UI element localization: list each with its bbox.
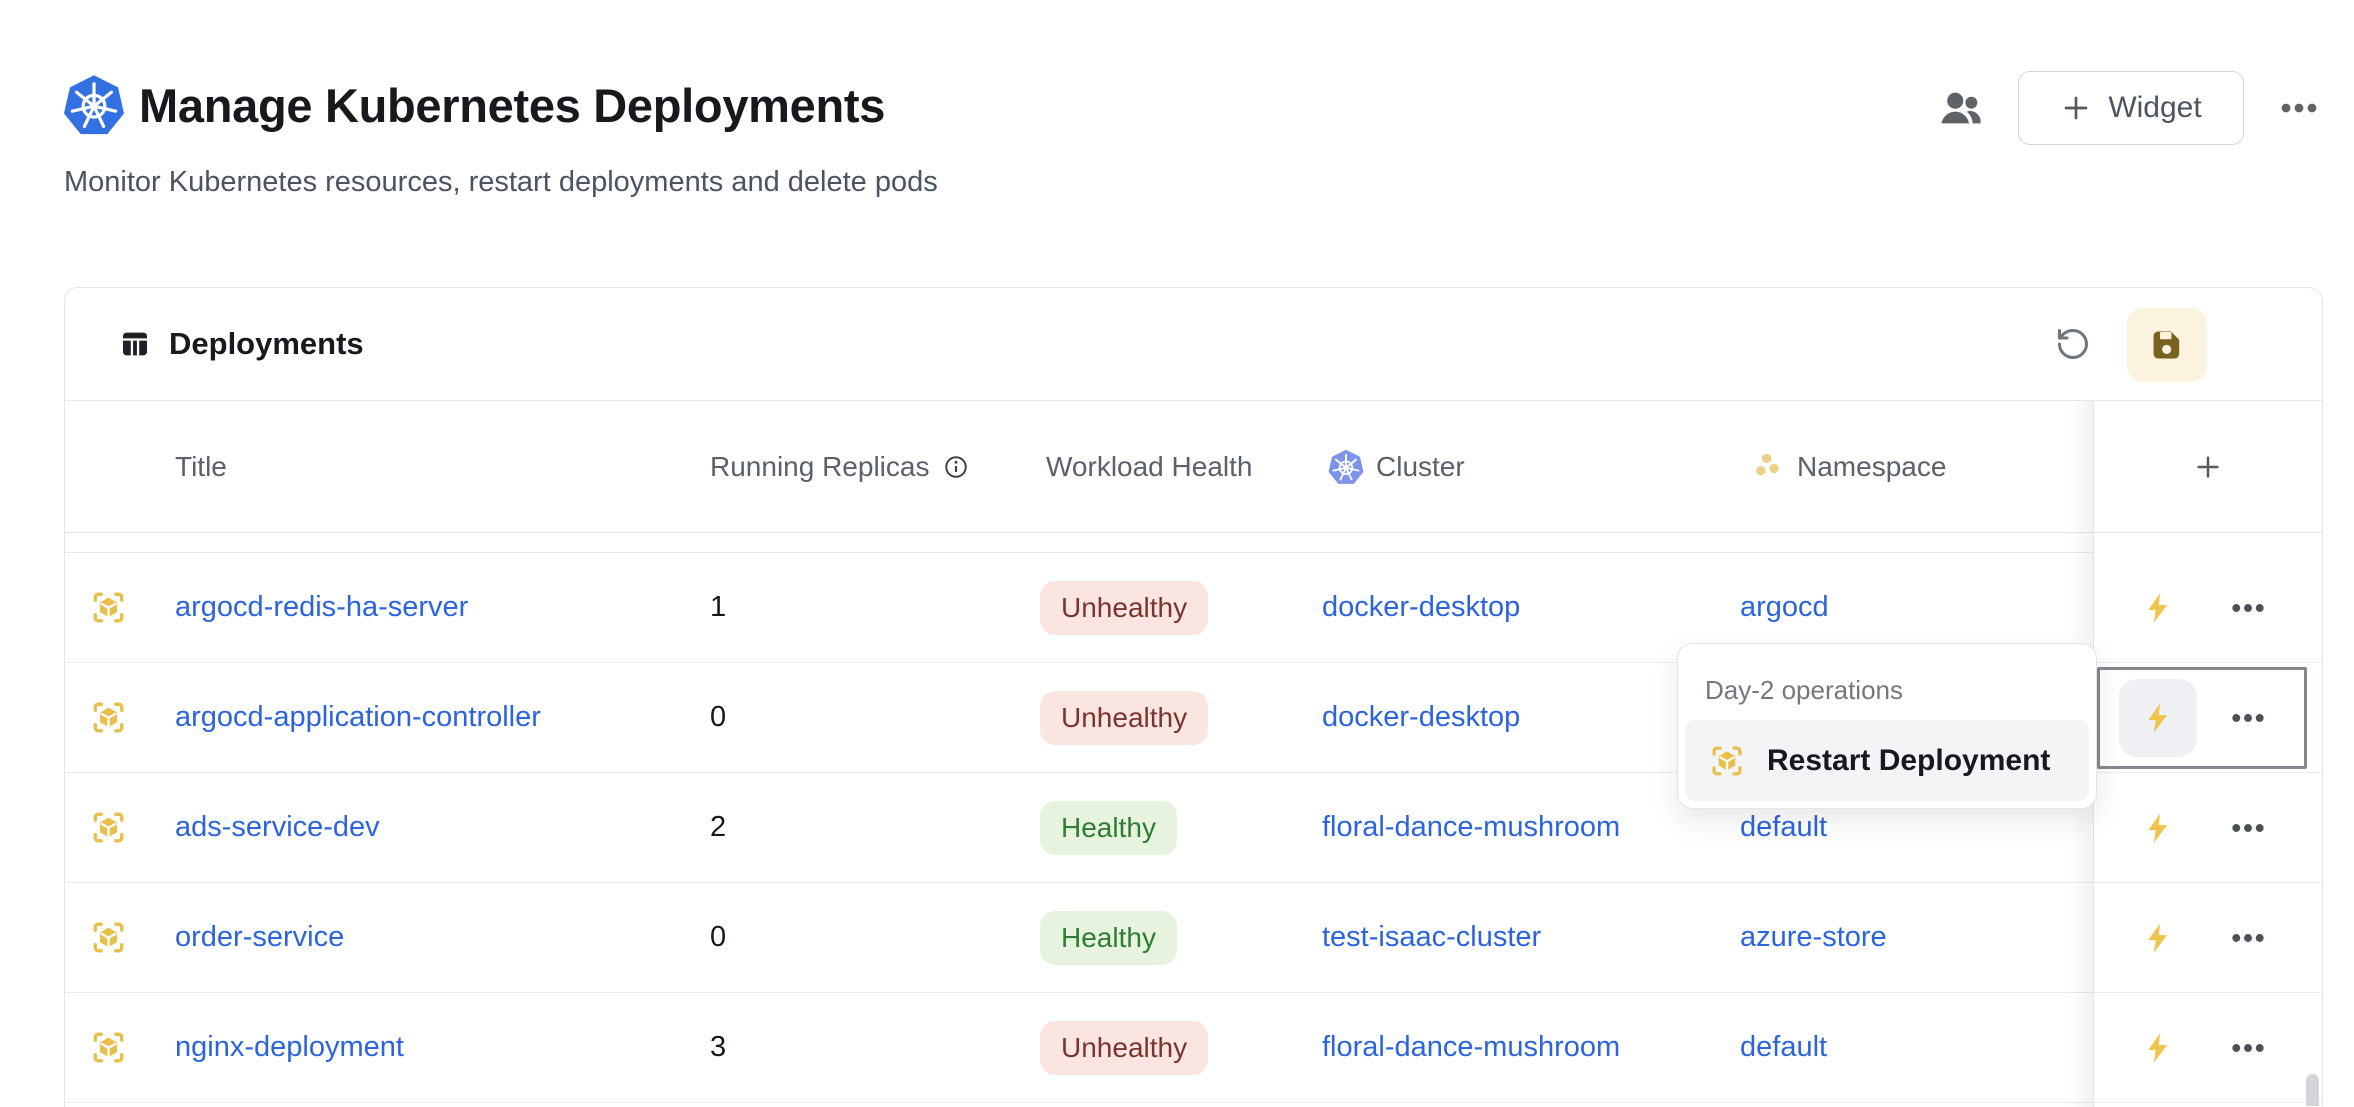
- kubernetes-icon: [1328, 449, 1364, 485]
- deployment-cube-icon: [90, 993, 127, 1102]
- namespace-link[interactable]: argocd: [1740, 591, 1829, 624]
- deployment-cube-icon: [90, 773, 127, 882]
- popup-section-label: Day-2 operations: [1705, 675, 1903, 706]
- cluster-link[interactable]: docker-desktop: [1322, 591, 1520, 624]
- table-body: argocd-redis-ha-server 1 Unhealthy docke…: [65, 553, 2322, 1103]
- row-menu-icon[interactable]: [2229, 993, 2267, 1102]
- column-header-workload-health[interactable]: Workload Health: [1046, 401, 1252, 532]
- info-icon[interactable]: [943, 454, 969, 480]
- row-menu-icon[interactable]: [2229, 663, 2267, 772]
- workload-health-badge: Healthy: [1040, 801, 1177, 855]
- page-menu-icon[interactable]: [2278, 87, 2320, 129]
- reset-icon[interactable]: [2055, 326, 2091, 362]
- day2-actions-icon[interactable]: [2140, 773, 2176, 882]
- column-header-running-replicas[interactable]: Running Replicas: [710, 401, 969, 532]
- table-row: order-service 0 Healthy test-isaac-clust…: [65, 883, 2322, 993]
- widget-title: Deployments: [169, 326, 364, 362]
- namespace-dots-icon: [1753, 451, 1785, 483]
- workload-health-badge: Unhealthy: [1040, 1021, 1208, 1075]
- table-row: nginx-deployment 3 Unhealthy floral-danc…: [65, 993, 2322, 1103]
- row-menu-icon[interactable]: [2229, 883, 2267, 992]
- deployment-title-link[interactable]: argocd-redis-ha-server: [175, 591, 468, 624]
- add-widget-button[interactable]: Widget: [2018, 71, 2244, 145]
- plus-icon: [2193, 452, 2223, 482]
- deployment-title-link[interactable]: nginx-deployment: [175, 1031, 404, 1064]
- save-icon: [2148, 326, 2186, 364]
- kubernetes-icon: [63, 74, 125, 136]
- cluster-link[interactable]: docker-desktop: [1322, 701, 1520, 734]
- workload-health-badge: Unhealthy: [1040, 691, 1208, 745]
- add-column-button[interactable]: [2093, 401, 2322, 532]
- deployment-cube-icon: [90, 553, 127, 662]
- cluster-link[interactable]: test-isaac-cluster: [1322, 921, 1541, 954]
- vertical-scrollbar-thumb[interactable]: [2306, 1074, 2319, 1106]
- day2-actions-icon[interactable]: [2140, 553, 2176, 662]
- deployment-cube-icon: [1709, 743, 1745, 779]
- namespace-link[interactable]: azure-store: [1740, 921, 1887, 954]
- workload-health-badge: Healthy: [1040, 911, 1177, 965]
- cluster-link[interactable]: floral-dance-mushroom: [1322, 1031, 1620, 1064]
- running-replicas-value: 3: [710, 993, 726, 1102]
- deployment-cube-icon: [90, 883, 127, 992]
- header-actions: Widget: [1938, 71, 2320, 145]
- partial-scrolled-row: [65, 533, 2093, 553]
- day2-actions-icon[interactable]: [2140, 663, 2176, 772]
- running-replicas-value: 0: [710, 883, 726, 992]
- day2-actions-icon[interactable]: [2140, 993, 2176, 1102]
- add-widget-label: Widget: [2108, 91, 2201, 125]
- restart-deployment-menu-item[interactable]: Restart Deployment: [1685, 720, 2089, 801]
- deployment-title-link[interactable]: argocd-application-controller: [175, 701, 541, 734]
- column-header-namespace[interactable]: Namespace: [1753, 401, 1946, 532]
- deployment-title-link[interactable]: order-service: [175, 921, 344, 954]
- plus-icon: [2060, 92, 2092, 124]
- day2-actions-icon[interactable]: [2140, 883, 2176, 992]
- running-replicas-value: 0: [710, 663, 726, 772]
- deployment-title-link[interactable]: ads-service-dev: [175, 811, 380, 844]
- deployment-cube-icon: [90, 663, 127, 772]
- cluster-link[interactable]: floral-dance-mushroom: [1322, 811, 1620, 844]
- members-icon[interactable]: [1938, 85, 1984, 131]
- page-header: Manage Kubernetes Deployments: [63, 74, 885, 136]
- workload-health-badge: Unhealthy: [1040, 581, 1208, 635]
- running-replicas-value: 2: [710, 773, 726, 882]
- row-menu-icon[interactable]: [2229, 553, 2267, 662]
- namespace-link[interactable]: default: [1740, 811, 1827, 844]
- row-menu-icon[interactable]: [2229, 773, 2267, 882]
- running-replicas-value: 1: [710, 553, 726, 662]
- column-header-title[interactable]: Title: [175, 401, 227, 532]
- table-widget-icon: [119, 328, 151, 360]
- namespace-link[interactable]: default: [1740, 1031, 1827, 1064]
- table-header-row: Title Running Replicas Workload Health C…: [65, 401, 2322, 533]
- day2-operations-popup: Day-2 operations Restart Deployment: [1677, 643, 2097, 809]
- save-button[interactable]: [2127, 308, 2207, 382]
- page-subtitle: Monitor Kubernetes resources, restart de…: [64, 166, 938, 199]
- column-header-cluster[interactable]: Cluster: [1328, 401, 1465, 532]
- widget-card-header: Deployments: [65, 288, 2322, 401]
- page-title: Manage Kubernetes Deployments: [139, 78, 885, 133]
